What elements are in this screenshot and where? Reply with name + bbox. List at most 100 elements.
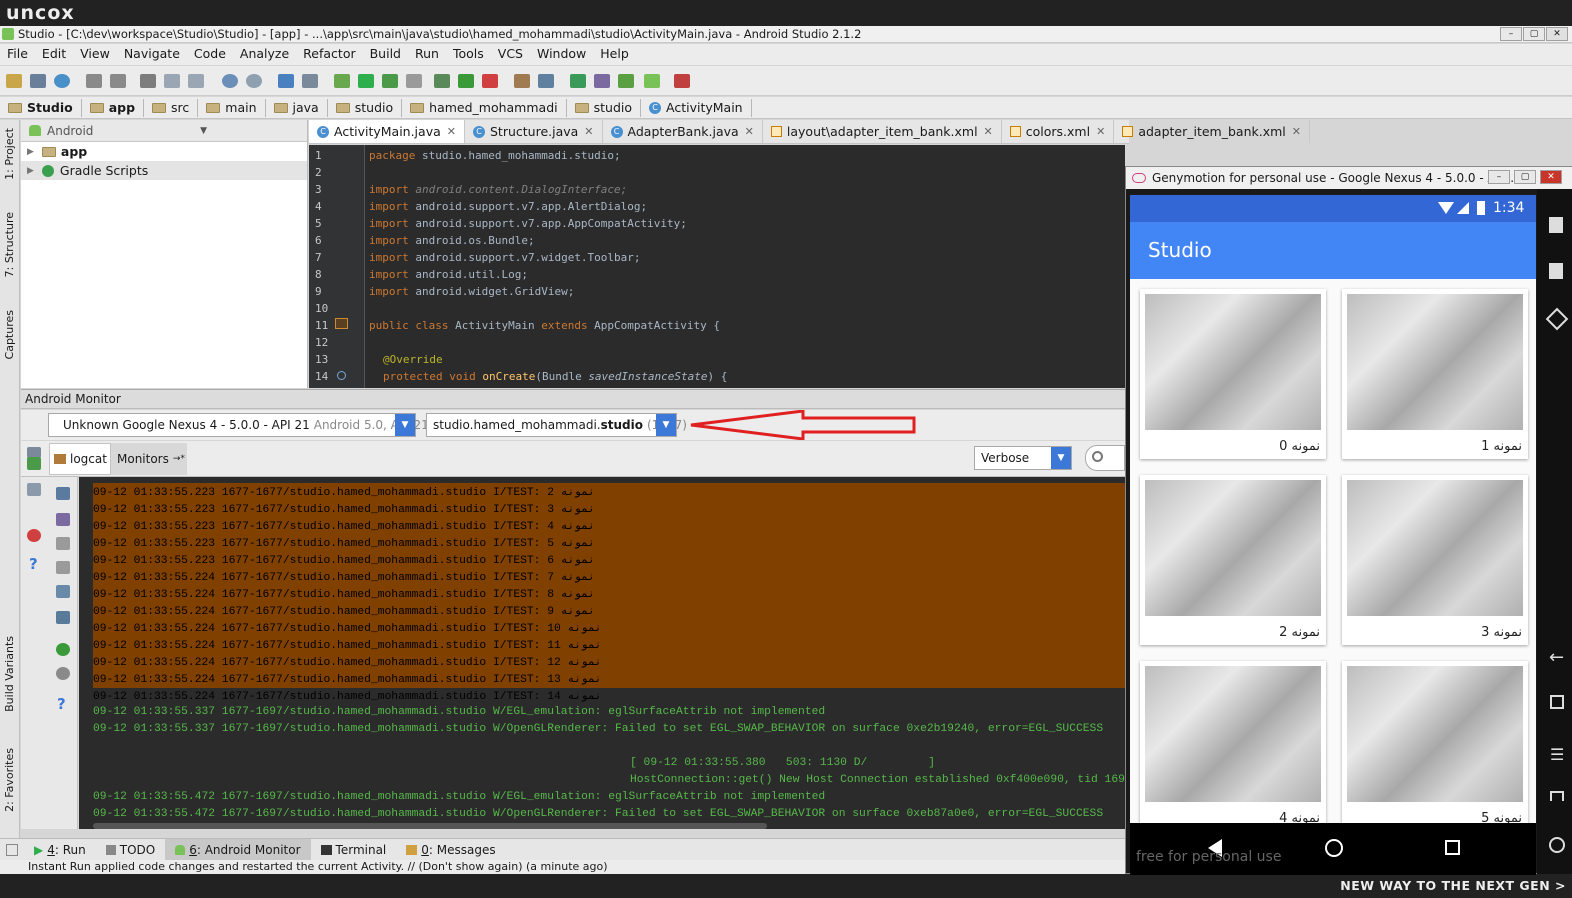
open-folder-icon[interactable] [6,74,22,88]
tab-monitors[interactable]: Monitors →* [111,443,187,475]
tab-activitymain[interactable]: C ActivityMain.java ✕ [309,120,465,143]
menu-build[interactable]: Build [363,44,408,65]
menu-tools[interactable]: Tools [446,44,491,65]
device-monitor-icon[interactable] [674,74,690,88]
terminate-icon[interactable] [27,529,41,542]
rerun-icon[interactable] [458,74,474,88]
tool-captures[interactable]: Captures [3,310,16,359]
close-tab-icon[interactable]: ✕ [745,125,754,138]
close-window-button[interactable]: ✕ [1546,27,1568,41]
minimize-button[interactable]: – [1500,27,1522,41]
soft-wrap-icon[interactable] [56,585,70,598]
expand-arrow-icon[interactable]: ▶ [27,166,34,176]
tab-adapterbank[interactable]: C AdapterBank.java ✕ [603,120,763,143]
tab-terminal[interactable]: Terminal [311,839,397,860]
power-side-icon[interactable] [1549,837,1565,853]
tree-item-app[interactable]: ▶ app [21,142,307,161]
tab-run[interactable]: ▶ 4: Run [24,839,96,860]
clear-logcat-icon[interactable] [56,487,70,500]
panel-toggle-icon[interactable] [6,843,18,856]
breadcrumb-activitymain[interactable]: C ActivityMain [641,98,752,117]
attach-debugger-icon[interactable] [406,74,422,88]
chevron-down-icon[interactable]: ▼ [395,414,415,436]
chevron-down-icon[interactable]: ▼ [200,126,207,136]
device-selector[interactable]: Unknown Google Nexus 4 - 5.0.0 - API 21 … [48,413,429,437]
cut-icon[interactable] [140,74,156,88]
make-project-icon[interactable] [334,74,350,88]
up-arrow-icon[interactable] [56,537,70,550]
tool-structure[interactable]: 7: Structure [3,212,16,277]
restart-icon[interactable] [56,643,70,656]
menu-side-icon[interactable]: ☰ [1550,745,1564,764]
tab-todo[interactable]: TODO [96,839,165,860]
tab-layout-adapter-item-bank[interactable]: layout\adapter_item_bank.xml ✕ [763,120,1002,143]
logcat-output[interactable]: 09-12 01:33:55.223 1677-1677/studio.hame… [79,477,1125,829]
close-tab-icon[interactable]: ✕ [447,125,456,138]
save-icon[interactable] [30,74,46,88]
menu-vcs[interactable]: VCS [491,44,530,65]
grid-item[interactable]: نمونه 2 [1140,475,1326,645]
volume-up-icon[interactable] [1549,217,1563,233]
replace-icon[interactable] [246,74,262,88]
breadcrumb-main[interactable]: main [198,98,266,117]
menu-window[interactable]: Window [530,44,593,65]
close-tab-icon[interactable]: ✕ [1292,125,1301,138]
print-icon[interactable] [56,611,70,624]
tool-project[interactable]: 1: Project [3,128,16,180]
undo-icon[interactable] [86,74,102,88]
sync-icon[interactable] [54,74,70,88]
horizontal-scrollbar[interactable] [93,823,767,829]
sync-gradle-icon[interactable] [570,74,586,88]
android-icon[interactable] [644,74,660,88]
chevron-down-icon[interactable]: ▼ [1051,447,1071,469]
help-icon[interactable]: ? [29,555,38,573]
tree-item-gradle-scripts[interactable]: ▶ Gradle Scripts [21,161,307,180]
recents-nav-icon[interactable] [1445,840,1460,855]
project-view-selector[interactable]: Android ▼ [21,120,307,142]
menu-run[interactable]: Run [408,44,446,65]
menu-help[interactable]: Help [593,44,636,65]
find-icon[interactable] [222,74,238,88]
menu-analyze[interactable]: Analyze [233,44,296,65]
breadcrumb-java[interactable]: java [266,98,328,117]
close-tab-icon[interactable]: ✕ [584,125,593,138]
breadcrumb-hamed[interactable]: hamed_mohammadi [402,98,567,117]
close-tab-icon[interactable]: ✕ [984,125,993,138]
grid-item[interactable]: نمونه 0 [1140,289,1326,459]
rotate-icon[interactable] [1545,307,1569,331]
menu-refactor[interactable]: Refactor [296,44,362,65]
override-gutter-icon[interactable] [337,371,346,380]
recent-side-icon[interactable] [1550,695,1564,709]
process-selector[interactable]: studio.hamed_mohammadi.studio (1677) ▼ [426,413,687,437]
tab-colors[interactable]: colors.xml ✕ [1002,120,1115,143]
menu-navigate[interactable]: Navigate [117,44,187,65]
chevron-down-icon[interactable]: ▼ [656,414,676,436]
log-level-selector[interactable]: Verbose ▼ [974,446,1072,470]
breadcrumb-studio-sub[interactable]: studio [567,98,642,117]
debug-icon[interactable] [382,74,398,88]
code-editor[interactable]: 1 2 3 4 5 6 7 8 9 10 11 12 13 14 package… [309,145,1125,388]
run-icon[interactable] [358,74,374,88]
paste-icon[interactable] [188,74,204,88]
log-search-input[interactable] [1085,445,1125,471]
forward-icon[interactable] [302,74,318,88]
menu-code[interactable]: Code [187,44,233,65]
volume-down-icon[interactable] [1549,263,1563,279]
scroll-to-end-icon[interactable] [56,513,70,526]
breadcrumb-studio[interactable]: Studio [0,98,82,117]
avd-manager-icon[interactable] [594,74,610,88]
device-screen[interactable]: 1:34 Studio نمونه 0 نمونه 1 نمونه 2 نمون… [1130,195,1536,875]
tab-logcat[interactable]: logcat [49,443,111,475]
tab-messages[interactable]: 0: Messages [396,839,505,860]
breadcrumb-studio-pkg[interactable]: studio [328,98,403,117]
grid-item[interactable]: نمونه 3 [1342,475,1528,645]
menu-view[interactable]: View [73,44,117,65]
copy-icon[interactable] [164,74,180,88]
back-side-icon[interactable]: ← [1549,647,1564,668]
gear-icon[interactable] [56,667,70,680]
grid-item[interactable]: نمونه 1 [1342,289,1528,459]
expand-arrow-icon[interactable]: ▶ [27,147,34,157]
class-gutter-icon[interactable] [335,318,348,329]
project-structure-icon[interactable] [538,74,554,88]
home-nav-icon[interactable] [1325,839,1343,857]
